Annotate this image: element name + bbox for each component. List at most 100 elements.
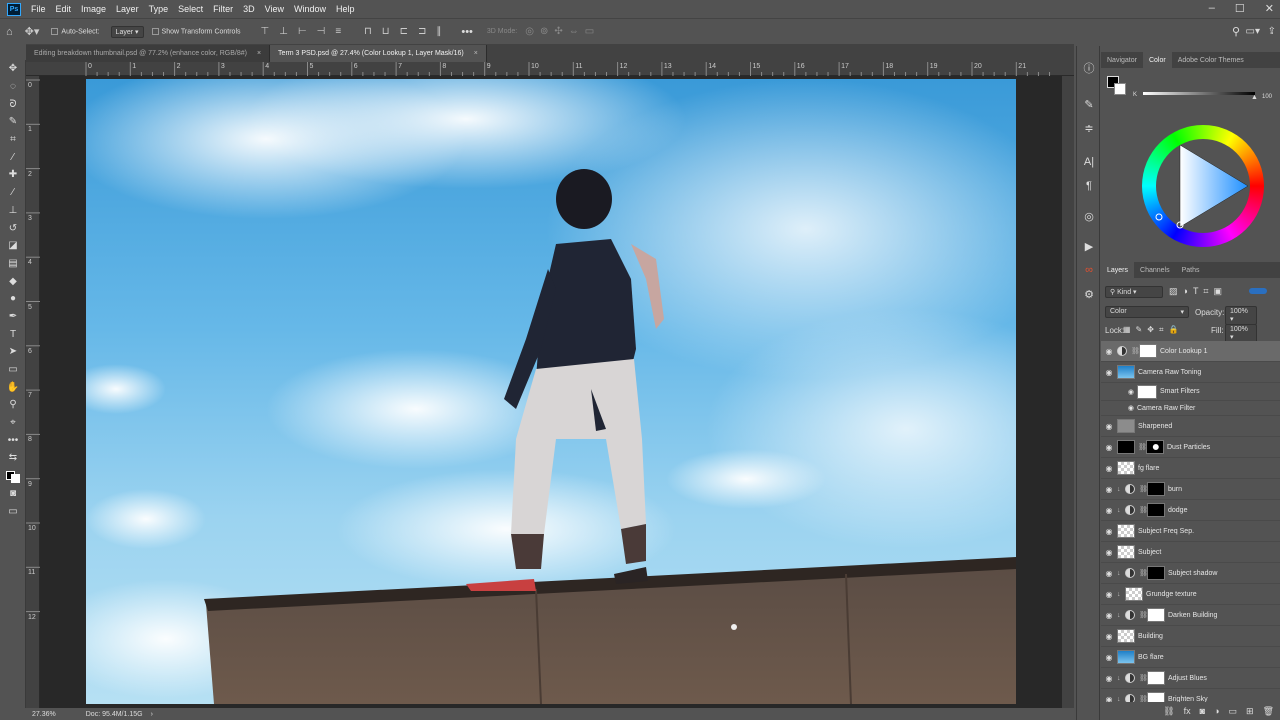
tab-color[interactable]: Color (1142, 52, 1172, 68)
blur-tool-icon[interactable]: ◆ (0, 272, 26, 290)
auto-select-dropdown[interactable]: Layer ▾ (110, 25, 144, 38)
close-tab-icon[interactable]: × (474, 50, 478, 57)
add-mask-icon[interactable]: ◙ (1200, 706, 1205, 716)
layer-name[interactable]: Camera Raw Filter (1137, 405, 1195, 412)
k-slider-track[interactable] (1143, 92, 1255, 95)
layer-name[interactable]: Sharpened (1138, 423, 1172, 430)
layer-name[interactable]: Subject (1138, 549, 1161, 556)
color-wheel[interactable] (1142, 125, 1264, 247)
layer-name[interactable]: Camera Raw Toning (1138, 369, 1201, 376)
more-options-icon[interactable]: ••• (461, 26, 473, 38)
quick-mask-icon[interactable]: ◙ (0, 485, 26, 503)
shape-tool-icon[interactable]: ▭ (0, 361, 26, 379)
layer-row[interactable]: ◉ Camera Raw Toning (1101, 362, 1280, 383)
new-group-icon[interactable]: ▭ (1229, 706, 1238, 717)
layer-row[interactable]: ◉ Subject (1101, 542, 1280, 563)
quick-select-tool-icon[interactable]: ✎ (0, 113, 26, 131)
hand-tool-icon[interactable]: ✋ (0, 378, 26, 396)
layer-name[interactable]: Dust Particles (1167, 444, 1210, 451)
filter-visibility-icon[interactable]: ◉ (1117, 404, 1137, 412)
search-icon[interactable]: ⚲ (1232, 25, 1240, 38)
layer-name[interactable]: Adjust Blues (1168, 675, 1207, 682)
character-icon[interactable]: A| (1077, 150, 1101, 174)
blend-mode-dropdown[interactable]: Color ▾ (1105, 306, 1189, 318)
layer-name[interactable]: BG flare (1138, 654, 1164, 661)
layer-row[interactable]: ◉ ↓ ⛓ dodge (1101, 500, 1280, 521)
layer-row[interactable]: ◉ ⛓ Dust Particles (1101, 437, 1280, 458)
tab-term-3[interactable]: Term 3 PSD.psd @ 27.4% (Color Lookup 1, … (270, 45, 487, 62)
auto-select-checkbox[interactable]: Auto-Select: (51, 27, 100, 35)
menu-file[interactable]: File (31, 4, 46, 14)
visibility-eye-icon[interactable]: ◉ (1101, 422, 1117, 431)
brush-panel-icon[interactable]: ✎ (1077, 92, 1101, 116)
layer-row[interactable]: ◉ ↓ ⛓ Subject shadow (1101, 563, 1280, 584)
link-layers-icon[interactable]: ⛓ (1163, 706, 1174, 717)
visibility-eye-icon[interactable]: ◉ (1101, 485, 1117, 494)
tab-editing-breakdown[interactable]: Editing breakdown thumbnail.psd @ 77.2% … (26, 45, 271, 62)
menu-type[interactable]: Type (149, 4, 169, 14)
clone-stamp-icon[interactable]: ⊥ (0, 202, 26, 220)
close-tab-icon[interactable]: × (257, 50, 261, 57)
visibility-eye-icon[interactable]: ◉ (1101, 464, 1117, 473)
layer-mask-thumbnail[interactable] (1146, 440, 1164, 454)
visibility-eye-icon[interactable]: ◉ (1101, 548, 1117, 557)
visibility-eye-icon[interactable]: ◉ (1101, 653, 1117, 662)
layer-row[interactable]: ◉ ↓ ⛓ Adjust Blues (1101, 668, 1280, 689)
pen-tool-icon[interactable]: ✒ (0, 308, 26, 326)
menu-layer[interactable]: Layer (116, 4, 139, 14)
share-icon[interactable]: ⇪ (1268, 26, 1276, 37)
filter-kind-dropdown[interactable]: ⚲ Kind ▾ (1105, 286, 1163, 298)
layer-name[interactable]: Subject Freq Sep. (1138, 528, 1194, 535)
layer-row[interactable]: ◉ Smart Filters (1101, 383, 1280, 401)
maximize-icon[interactable]: ☐ (1235, 2, 1245, 15)
layer-row[interactable]: ◉ ↓ ⛓ Darken Building (1101, 605, 1280, 626)
layer-row[interactable]: ◉ BG flare (1101, 647, 1280, 668)
delete-layer-icon[interactable]: 🗑 (1263, 706, 1274, 717)
opacity-input[interactable]: 100% ▾ (1225, 306, 1257, 325)
eyedropper-tool-icon[interactable]: ⁄ (0, 148, 26, 166)
menu-help[interactable]: Help (336, 4, 355, 14)
mask-link-icon[interactable]: ⛓ (1139, 611, 1148, 619)
menu-window[interactable]: Window (294, 4, 326, 14)
properties-icon[interactable]: ⚙ (1077, 282, 1101, 306)
vertical-scrollbar[interactable] (1062, 76, 1074, 708)
document-canvas[interactable] (86, 79, 1016, 704)
visibility-eye-icon[interactable]: ◉ (1101, 443, 1117, 452)
more-tools-icon[interactable]: ••• (0, 431, 26, 449)
workspace-icon[interactable]: ▭▾ (1246, 26, 1260, 37)
lasso-tool-icon[interactable]: ᘐ (0, 95, 26, 113)
marquee-tool-icon[interactable]: ◌ (0, 78, 26, 96)
layer-name[interactable]: Smart Filters (1160, 388, 1200, 395)
move-tool-icon[interactable]: ✥▾ (25, 25, 40, 38)
history-brush-icon[interactable]: ↺ (0, 219, 26, 237)
zoom-level[interactable]: 27.36% (32, 711, 56, 718)
filter-type-icons[interactable]: ▨◑T⌗▣ (1169, 286, 1227, 297)
mask-link-icon[interactable]: ⛓ (1138, 443, 1147, 451)
layer-name[interactable]: Color Lookup 1 (1160, 348, 1207, 355)
gradient-tool-icon[interactable]: ▤ (0, 255, 26, 273)
menu-select[interactable]: Select (178, 4, 203, 14)
zoom-tool-icon[interactable]: ⚲ (0, 396, 26, 414)
visibility-eye-icon[interactable]: ◉ (1101, 632, 1117, 641)
info-icon[interactable]: ⓘ (1077, 56, 1101, 80)
layer-row[interactable]: ◉ ⛓ Color Lookup 1 (1101, 341, 1280, 362)
menu-filter[interactable]: Filter (213, 4, 233, 14)
tab-navigator[interactable]: Navigator (1101, 52, 1143, 68)
paragraph-icon[interactable]: ¶ (1077, 174, 1101, 198)
screen-mode-icon[interactable]: ▭ (0, 502, 26, 520)
lock-icons[interactable]: ▦✎✥⌗🔒 (1123, 325, 1183, 335)
layer-name[interactable]: fg flare (1138, 465, 1159, 472)
path-select-icon[interactable]: ➤ (0, 343, 26, 361)
brush-tool-icon[interactable]: ∕ (0, 184, 26, 202)
background-swatch[interactable] (1114, 83, 1126, 95)
eraser-tool-icon[interactable]: ◪ (0, 237, 26, 255)
filter-visibility-icon[interactable]: ◉ (1117, 388, 1137, 396)
new-adjustment-icon[interactable]: ◑ (1214, 706, 1219, 716)
visibility-eye-icon[interactable]: ◉ (1101, 506, 1117, 515)
3d-tool-icon[interactable]: ⌖ (0, 414, 26, 432)
show-transform-checkbox[interactable]: Show Transform Controls (151, 27, 241, 35)
layer-row[interactable]: ◉ Building (1101, 626, 1280, 647)
layer-row[interactable]: ◉ Camera Raw Filter (1101, 401, 1280, 416)
status-menu-icon[interactable]: › (151, 711, 153, 718)
mask-link-icon[interactable]: ⛓ (1139, 506, 1148, 514)
